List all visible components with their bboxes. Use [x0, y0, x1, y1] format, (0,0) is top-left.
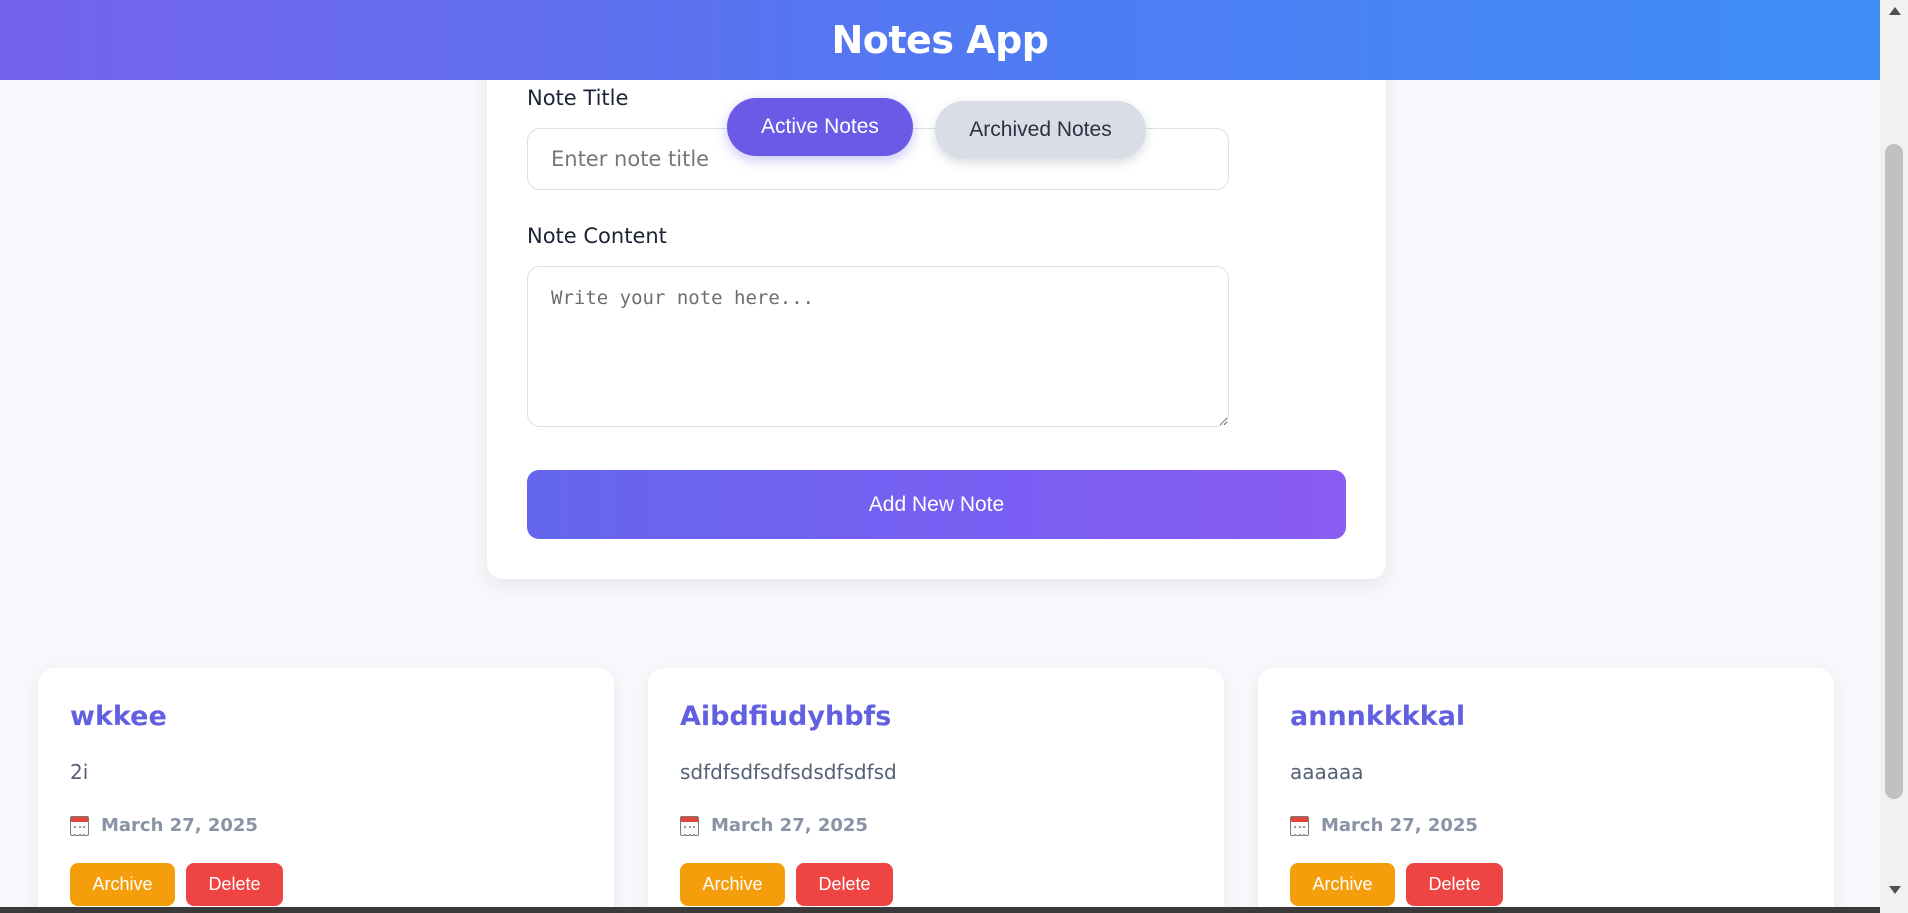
note-date: March 27, 2025 — [70, 815, 258, 836]
note-date: March 27, 2025 — [680, 815, 868, 836]
delete-button[interactable]: Delete — [186, 863, 283, 906]
scrollbar-thumb[interactable] — [1885, 144, 1903, 799]
note-title: wkkee — [70, 701, 167, 732]
note-title: Aibdfiudyhbfs — [680, 701, 892, 732]
archive-button[interactable]: Archive — [1290, 863, 1395, 906]
note-body: 2i — [70, 760, 89, 784]
note-card: annnkkkkal aaaaaa March 27, 2025 Archive… — [1258, 668, 1834, 913]
note-card: wkkee 2i March 27, 2025 Archive Delete — [38, 668, 614, 913]
app-header: Notes App — [0, 0, 1880, 80]
calendar-icon — [680, 815, 699, 836]
calendar-icon — [70, 815, 89, 836]
tab-archived-notes[interactable]: Archived Notes — [935, 101, 1146, 159]
add-note-button[interactable]: Add New Note — [527, 470, 1346, 539]
note-date: March 27, 2025 — [1290, 815, 1478, 836]
note-content-label: Note Content — [527, 224, 667, 248]
calendar-icon — [1290, 815, 1309, 836]
note-card: Aibdfiudyhbfs sdfdfsdfsdfsdsdfsdfsd Marc… — [648, 668, 1224, 913]
archive-button[interactable]: Archive — [680, 863, 785, 906]
bottom-edge-bar — [0, 907, 1880, 913]
archive-button[interactable]: Archive — [70, 863, 175, 906]
scroll-up-arrow-icon[interactable] — [1889, 7, 1901, 15]
note-date-text: March 27, 2025 — [101, 815, 258, 836]
note-date-text: March 27, 2025 — [711, 815, 868, 836]
page: Notes App Note Title Note Content Add Ne… — [0, 0, 1908, 913]
scroll-down-arrow-icon[interactable] — [1889, 886, 1901, 894]
note-content-input[interactable] — [527, 266, 1229, 427]
tab-active-notes[interactable]: Active Notes — [727, 98, 913, 156]
note-body: aaaaaa — [1290, 760, 1364, 784]
note-body: sdfdfsdfsdfsdsdfsdfsd — [680, 760, 897, 784]
note-title-label: Note Title — [527, 86, 629, 110]
note-title: annnkkkkal — [1290, 701, 1466, 732]
vertical-scrollbar[interactable] — [1880, 0, 1908, 913]
delete-button[interactable]: Delete — [796, 863, 893, 906]
delete-button[interactable]: Delete — [1406, 863, 1503, 906]
app-title: Notes App — [831, 18, 1049, 62]
note-date-text: March 27, 2025 — [1321, 815, 1478, 836]
